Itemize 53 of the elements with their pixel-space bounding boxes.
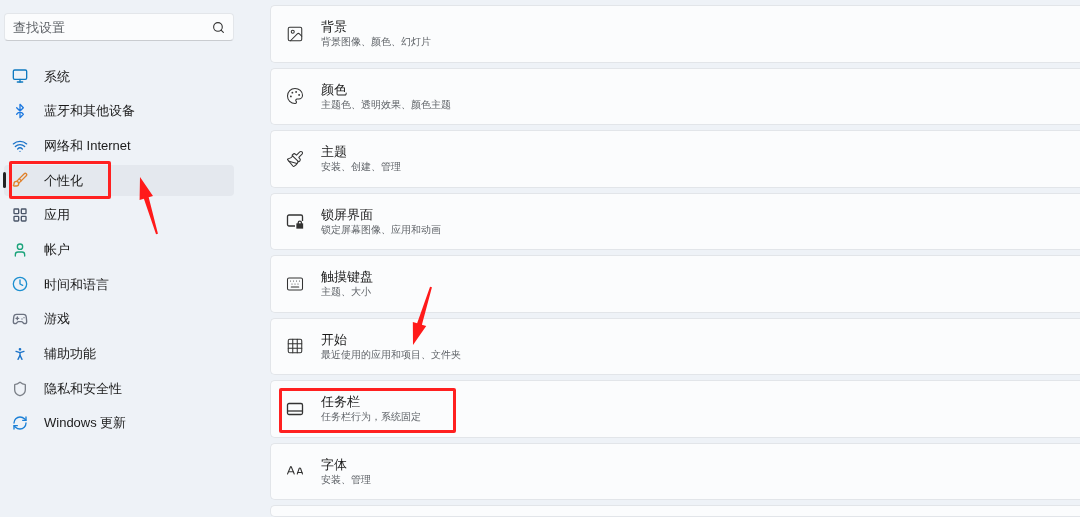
settings-card[interactable]: 字体 安装、管理	[270, 442, 1080, 500]
settings-card[interactable]: 任务栏 任务栏行为，系统固定	[270, 380, 1080, 438]
nav-item[interactable]: 蓝牙和其他设备	[4, 95, 234, 127]
nav-item[interactable]: 隐私和安全性	[4, 373, 234, 405]
clock-icon	[12, 276, 28, 293]
card-subtitle: 锁定屏幕图像、应用和动画	[321, 222, 441, 237]
paintbrush-icon	[286, 149, 304, 168]
refresh-icon	[12, 415, 28, 432]
nav-item[interactable]: 系统	[4, 60, 234, 92]
card-title: 任务栏	[321, 393, 361, 411]
settings-card[interactable]: 开始 最近使用的应用和项目、文件夹	[270, 317, 1080, 375]
nav-item[interactable]: 游戏	[4, 303, 234, 335]
card-title: 颜色	[321, 80, 348, 98]
image-icon	[286, 24, 304, 43]
settings-card[interactable]: 锁屏界面 锁定屏幕图像、应用和动画	[270, 192, 1080, 250]
annotation-arrow	[139, 177, 158, 235]
brush-icon	[12, 172, 28, 189]
nav-item[interactable]: Windows 更新	[4, 407, 234, 439]
start-menu-icon	[286, 337, 304, 356]
apps-icon	[12, 207, 28, 224]
card-subtitle: 背景图像、颜色、幻灯片	[321, 35, 431, 50]
nav-item[interactable]: 帐户	[4, 234, 234, 266]
card-subtitle: 主题、大小	[321, 285, 372, 300]
nav-item[interactable]: 网络和 Internet	[4, 130, 234, 162]
settings-card[interactable]: 背景 背景图像、颜色、幻灯片	[270, 5, 1080, 63]
card-title: 触摸键盘	[321, 268, 373, 286]
card-title: 字体	[321, 455, 348, 473]
user-icon	[12, 241, 28, 258]
card-subtitle: 安装、创建、管理	[321, 160, 401, 175]
search-icon	[212, 20, 225, 34]
lock-screen-icon	[286, 212, 304, 231]
settings-card[interactable]: 颜色 主题色、透明效果、颜色主题	[270, 67, 1080, 125]
accessibility-icon	[12, 345, 28, 362]
settings-card[interactable]: 主题 安装、创建、管理	[270, 130, 1080, 188]
card-title: 开始	[321, 330, 348, 348]
card-subtitle: 任务栏行为，系统固定	[321, 410, 421, 425]
card-title: 锁屏界面	[321, 205, 374, 223]
keyboard-icon	[286, 274, 304, 293]
card-subtitle: 安装、管理	[321, 472, 371, 487]
card-subtitle: 最近使用的应用和项目、文件夹	[321, 347, 461, 362]
nav-item[interactable]: 辅助功能	[4, 338, 234, 370]
monitor-icon	[12, 68, 28, 85]
search-field[interactable]: 查找设置	[4, 13, 234, 41]
palette-icon	[286, 87, 304, 106]
card-title: 背景	[321, 18, 348, 36]
nav-item[interactable]: 应用	[4, 199, 234, 231]
nav-item[interactable]: 个性化	[4, 164, 234, 196]
card-subtitle: 主题色、透明效果、颜色主题	[321, 97, 451, 112]
card-title: 主题	[321, 143, 348, 161]
shield-icon	[12, 380, 28, 397]
nav-item[interactable]: 时间和语言	[4, 268, 234, 300]
settings-card[interactable]: 触摸键盘 主题、大小	[270, 255, 1080, 313]
annotation-arrow	[412, 286, 432, 345]
